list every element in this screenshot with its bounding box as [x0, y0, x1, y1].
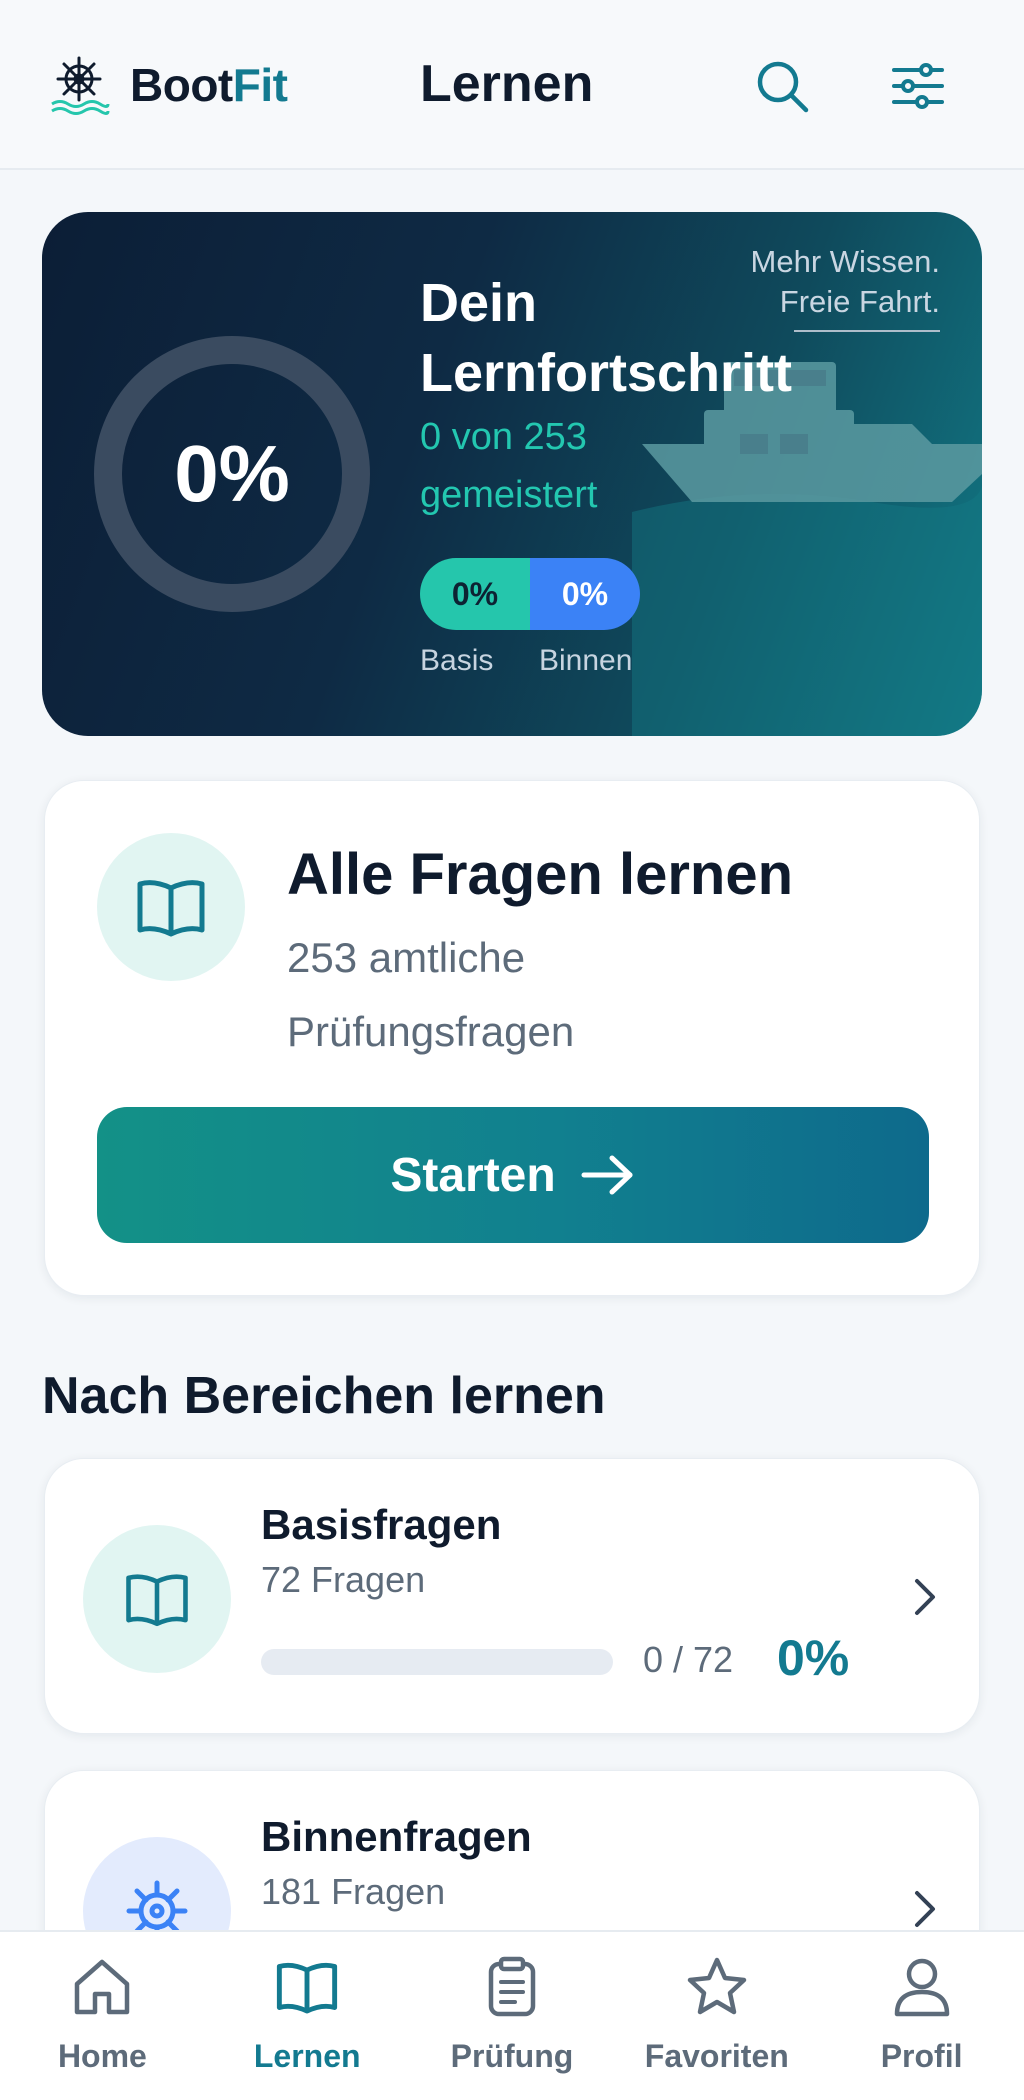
- progress-split-pill: 0% 0%: [420, 558, 640, 630]
- brand-name: BootFit: [130, 58, 288, 112]
- user-icon: [894, 1958, 949, 2017]
- progress-subtitle: 0 von 253 gemeistert: [420, 416, 598, 516]
- bottom-navigation: Home Lernen Prüfung Favoriten Profil: [0, 1930, 1024, 2100]
- nav-item-profil[interactable]: Profil: [819, 1932, 1024, 2100]
- all-questions-title: Alle Fragen lernen: [287, 842, 794, 907]
- book-icon: [137, 880, 205, 937]
- brand-name-part2: Fit: [232, 59, 288, 111]
- sliders-icon: [892, 63, 944, 109]
- nav-label: Favoriten: [644, 2038, 789, 2074]
- search-button[interactable]: [750, 54, 814, 118]
- binnen-percent: 0%: [530, 558, 640, 630]
- nav-item-lernen[interactable]: Lernen: [205, 1932, 410, 2100]
- category-title: Binnenfragen: [261, 1813, 532, 1860]
- binnen-label: Binnen: [539, 644, 633, 677]
- all-questions-card: Alle Fragen lernen 253 amtliche Prüfungs…: [44, 780, 980, 1296]
- progress-hero-card: 0% Mehr Wissen. Freie Fahrt. Dein Lernfo…: [42, 212, 982, 736]
- nav-label: Profil: [880, 2038, 963, 2074]
- category-count: 72 Fragen: [261, 1559, 426, 1600]
- basis-percent: 0%: [420, 558, 530, 630]
- section-title: Nach Bereichen lernen: [42, 1367, 606, 1425]
- arrow-right-icon: [581, 1155, 633, 1195]
- brand-name-part1: Boot: [130, 59, 233, 111]
- category-card-basisfragen[interactable]: Basisfragen 72 Fragen 0 / 72 0%: [44, 1458, 980, 1734]
- nav-item-home[interactable]: Home: [0, 1932, 205, 2100]
- nav-label: Lernen: [253, 2038, 361, 2074]
- nav-label: Prüfung: [450, 2038, 574, 2074]
- progress-percent: 0%: [174, 429, 290, 518]
- book-icon: [126, 1574, 188, 1627]
- progress-title: Dein Lernfortschritt: [420, 273, 793, 403]
- category-icon-badge: [83, 1525, 231, 1673]
- category-ratio: 0 / 72: [643, 1639, 734, 1680]
- clipboard-icon: [488, 1956, 536, 2017]
- top-bar: BootFit Lernen: [0, 0, 1024, 170]
- brand[interactable]: BootFit: [48, 54, 288, 116]
- nav-item-pruefung[interactable]: Prüfung: [410, 1932, 615, 2100]
- category-percent: 0%: [777, 1630, 850, 1686]
- category-progress-bar: [261, 1649, 613, 1675]
- all-questions-subtitle: 253 amtliche Prüfungsfragen: [287, 934, 575, 1055]
- all-questions-icon-badge: [97, 833, 245, 981]
- chevron-right-icon: [915, 1891, 935, 1927]
- category-count: 181 Fragen: [261, 1871, 446, 1912]
- chevron-right-icon: [915, 1579, 935, 1615]
- search-icon: [757, 61, 809, 113]
- basis-label: Basis: [420, 644, 494, 677]
- star-icon: [687, 1957, 747, 2015]
- home-icon: [75, 1959, 130, 2015]
- ship-wheel-logo-icon: [51, 56, 110, 115]
- filter-button[interactable]: [886, 54, 950, 118]
- book-icon: [277, 1962, 338, 2014]
- nav-label: Home: [57, 2038, 147, 2074]
- page-title: Lernen: [420, 55, 594, 113]
- nav-item-favoriten[interactable]: Favoriten: [614, 1932, 819, 2100]
- start-button-label: Starten: [390, 1148, 556, 1202]
- category-title: Basisfragen: [261, 1501, 502, 1548]
- start-button[interactable]: Starten: [97, 1107, 929, 1243]
